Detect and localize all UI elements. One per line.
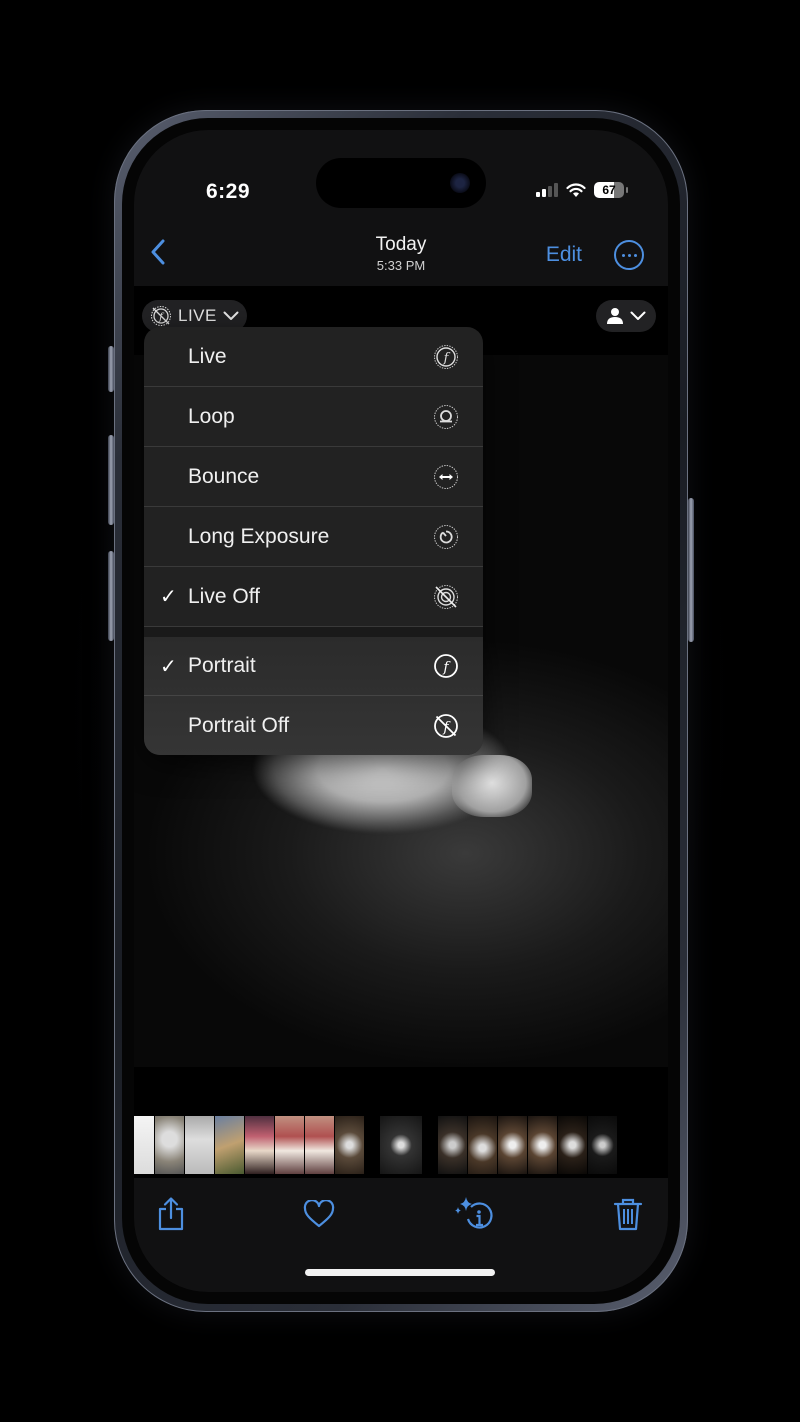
phone-frame: 6:29 67 Today 5:33 PM Edit f LIVE Live f… bbox=[114, 110, 688, 1312]
edit-button[interactable]: Edit bbox=[546, 243, 582, 267]
ellipsis-dot bbox=[633, 253, 637, 257]
power-button bbox=[688, 498, 694, 642]
menu-item-label: Loop bbox=[188, 404, 235, 428]
chevron-down-icon bbox=[223, 311, 239, 320]
battery-level: 67 bbox=[602, 183, 616, 197]
live-photo-icon: f bbox=[433, 344, 459, 370]
nav-title: Today 5:33 PM bbox=[134, 234, 668, 273]
ellipsis-dot bbox=[627, 253, 631, 257]
thumbnail[interactable] bbox=[305, 1116, 334, 1174]
nav-title-time: 5:33 PM bbox=[376, 258, 426, 273]
thumbnail[interactable] bbox=[588, 1116, 617, 1174]
thumbnail[interactable] bbox=[245, 1116, 274, 1174]
screen: 6:29 67 Today 5:33 PM Edit f LIVE Live f… bbox=[134, 130, 668, 1292]
portrait-menu-group: ✓ Portrait f Portrait Off f bbox=[144, 637, 483, 755]
portrait-off-icon: f bbox=[433, 713, 459, 739]
delete-button[interactable] bbox=[608, 1194, 648, 1234]
person-icon bbox=[607, 308, 623, 324]
share-icon bbox=[158, 1197, 184, 1231]
checkmark-icon: ✓ bbox=[160, 586, 177, 608]
menu-item-live[interactable]: Live f bbox=[144, 327, 483, 387]
thumbnail[interactable] bbox=[215, 1116, 244, 1174]
header: 6:29 67 Today 5:33 PM Edit bbox=[134, 130, 668, 286]
ellipsis-dot bbox=[621, 253, 625, 257]
cellular-signal-icon bbox=[536, 183, 558, 197]
menu-item-live-off[interactable]: ✓ Live Off bbox=[144, 567, 483, 627]
thumbnail[interactable] bbox=[185, 1116, 214, 1174]
front-camera bbox=[450, 173, 470, 193]
menu-item-label: Live Off bbox=[188, 584, 260, 608]
thumbnail[interactable] bbox=[155, 1116, 184, 1174]
dynamic-island bbox=[316, 158, 486, 208]
nav-title-date: Today bbox=[375, 234, 427, 255]
thumbnail[interactable] bbox=[134, 1116, 154, 1174]
thumbnail[interactable] bbox=[275, 1116, 304, 1174]
menu-item-portrait-off[interactable]: Portrait Off f bbox=[144, 696, 483, 755]
long-exposure-icon bbox=[433, 524, 459, 550]
cat-paw bbox=[452, 755, 532, 817]
chevron-down-icon bbox=[630, 311, 646, 320]
live-off-icon bbox=[433, 584, 459, 610]
menu-group-separator bbox=[144, 627, 483, 637]
menu-item-label: Long Exposure bbox=[188, 524, 330, 548]
live-photo-off-icon: f bbox=[151, 306, 171, 326]
thumbnail[interactable] bbox=[335, 1116, 364, 1174]
home-indicator[interactable] bbox=[305, 1269, 495, 1276]
wifi-icon bbox=[566, 182, 586, 197]
bounce-icon bbox=[433, 464, 459, 490]
thumbnail-current[interactable] bbox=[380, 1116, 422, 1174]
info-button[interactable] bbox=[454, 1194, 494, 1234]
menu-item-label: Portrait Off bbox=[188, 713, 290, 737]
portrait-aperture-icon: f bbox=[433, 653, 459, 679]
battery-icon: 67 bbox=[594, 182, 628, 198]
menu-item-bounce[interactable]: Bounce bbox=[144, 447, 483, 507]
share-button[interactable] bbox=[151, 1194, 191, 1234]
svg-text:f: f bbox=[443, 351, 451, 366]
heart-icon bbox=[303, 1200, 335, 1228]
menu-item-long-exposure[interactable]: Long Exposure bbox=[144, 507, 483, 567]
live-options-menu: Live f Loop Bounce Long Exposure ✓ Live … bbox=[144, 327, 483, 755]
status-icons: 67 bbox=[536, 182, 628, 198]
thumbnail[interactable] bbox=[558, 1116, 587, 1174]
menu-item-label: Live bbox=[188, 344, 227, 368]
thumbnail[interactable] bbox=[438, 1116, 467, 1174]
trash-icon bbox=[613, 1198, 643, 1231]
thumbnail[interactable] bbox=[468, 1116, 497, 1174]
menu-item-label: Bounce bbox=[188, 464, 260, 488]
svg-text:f: f bbox=[442, 660, 451, 676]
menu-item-loop[interactable]: Loop bbox=[144, 387, 483, 447]
filmstrip-gap bbox=[423, 1116, 437, 1176]
thumbnail-filmstrip[interactable] bbox=[134, 1116, 668, 1176]
filmstrip-gap bbox=[365, 1116, 379, 1176]
checkmark-icon: ✓ bbox=[160, 655, 177, 678]
sparkle-info-icon bbox=[455, 1197, 493, 1229]
people-menu-button[interactable] bbox=[596, 300, 656, 332]
menu-item-portrait[interactable]: ✓ Portrait f bbox=[144, 637, 483, 696]
menu-item-label: Portrait bbox=[188, 654, 256, 677]
more-button[interactable] bbox=[614, 240, 644, 270]
loop-icon bbox=[433, 404, 459, 430]
status-time: 6:29 bbox=[206, 180, 251, 203]
live-pill-label: LIVE bbox=[178, 306, 217, 325]
favorite-button[interactable] bbox=[299, 1194, 339, 1234]
thumbnail[interactable] bbox=[528, 1116, 557, 1174]
thumbnail[interactable] bbox=[498, 1116, 527, 1174]
bottom-toolbar bbox=[134, 1178, 668, 1292]
